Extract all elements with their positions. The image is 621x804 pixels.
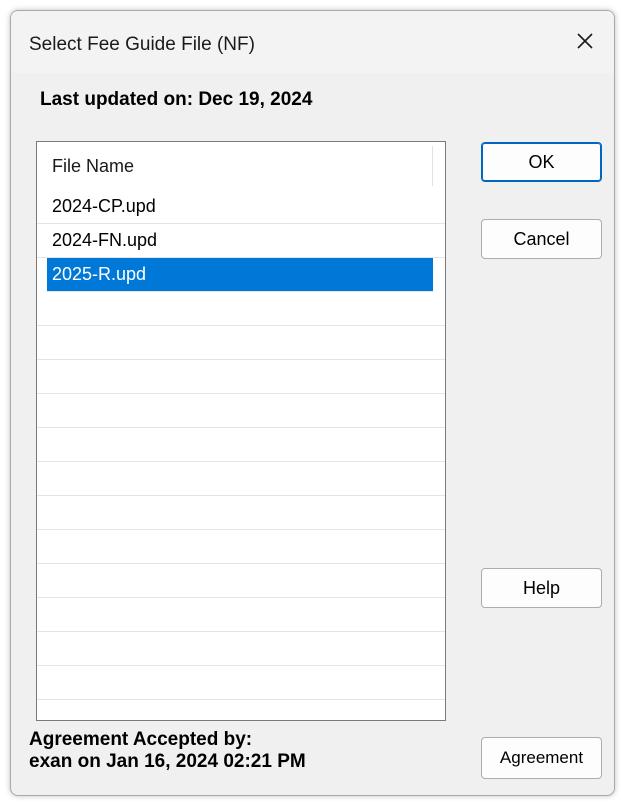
list-rows: 2024-CP.upd 2024-FN.upd 2025-R.upd bbox=[37, 190, 445, 700]
cancel-button[interactable]: Cancel bbox=[481, 219, 602, 259]
list-item-label: 2025-R.upd bbox=[52, 264, 147, 284]
title-bar: Select Fee Guide File (NF) bbox=[11, 11, 614, 73]
empty-row bbox=[37, 564, 445, 598]
empty-row bbox=[37, 462, 445, 496]
agreement-accepted-label: Agreement Accepted by: bbox=[29, 729, 253, 750]
close-button[interactable] bbox=[562, 21, 608, 61]
list-item-selected[interactable]: 2025-R.upd bbox=[47, 258, 433, 292]
empty-row bbox=[37, 666, 445, 700]
empty-row bbox=[37, 292, 445, 326]
list-item[interactable]: 2024-FN.upd bbox=[37, 224, 445, 258]
empty-row bbox=[37, 496, 445, 530]
dialog-window: Select Fee Guide File (NF) Last updated … bbox=[10, 10, 615, 796]
list-item-label: 2024-FN.upd bbox=[52, 230, 158, 250]
agreement-status: Agreement Accepted by: exan on Jan 16, 2… bbox=[29, 729, 306, 773]
close-icon bbox=[577, 33, 593, 49]
list-item[interactable]: 2024-CP.upd bbox=[37, 190, 445, 224]
list-item-label: 2024-CP.upd bbox=[52, 196, 156, 216]
agreement-button[interactable]: Agreement bbox=[481, 737, 602, 779]
empty-row bbox=[37, 598, 445, 632]
empty-row bbox=[37, 360, 445, 394]
column-separator[interactable] bbox=[432, 146, 433, 186]
agreement-accepted-detail: exan on Jan 16, 2024 02:21 PM bbox=[29, 751, 306, 772]
ok-button[interactable]: OK bbox=[481, 142, 602, 182]
window-title: Select Fee Guide File (NF) bbox=[29, 34, 255, 55]
empty-row bbox=[37, 632, 445, 666]
empty-row bbox=[37, 428, 445, 462]
empty-row bbox=[37, 530, 445, 564]
last-updated-label: Last updated on: Dec 19, 2024 bbox=[40, 89, 313, 110]
list-header: File Name bbox=[37, 142, 445, 190]
column-header-file-name[interactable]: File Name bbox=[52, 156, 134, 177]
empty-row bbox=[37, 394, 445, 428]
file-list[interactable]: File Name 2024-CP.upd 2024-FN.upd 2025-R… bbox=[36, 141, 446, 721]
empty-row bbox=[37, 326, 445, 360]
help-button[interactable]: Help bbox=[481, 568, 602, 608]
